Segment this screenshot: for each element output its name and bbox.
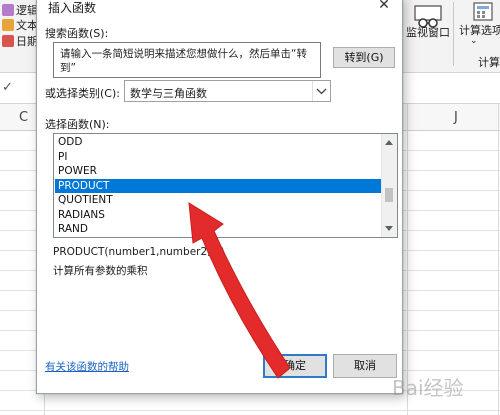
annotation-arrow-icon — [188, 202, 291, 379]
watermark: Bai经验 — [392, 376, 464, 400]
